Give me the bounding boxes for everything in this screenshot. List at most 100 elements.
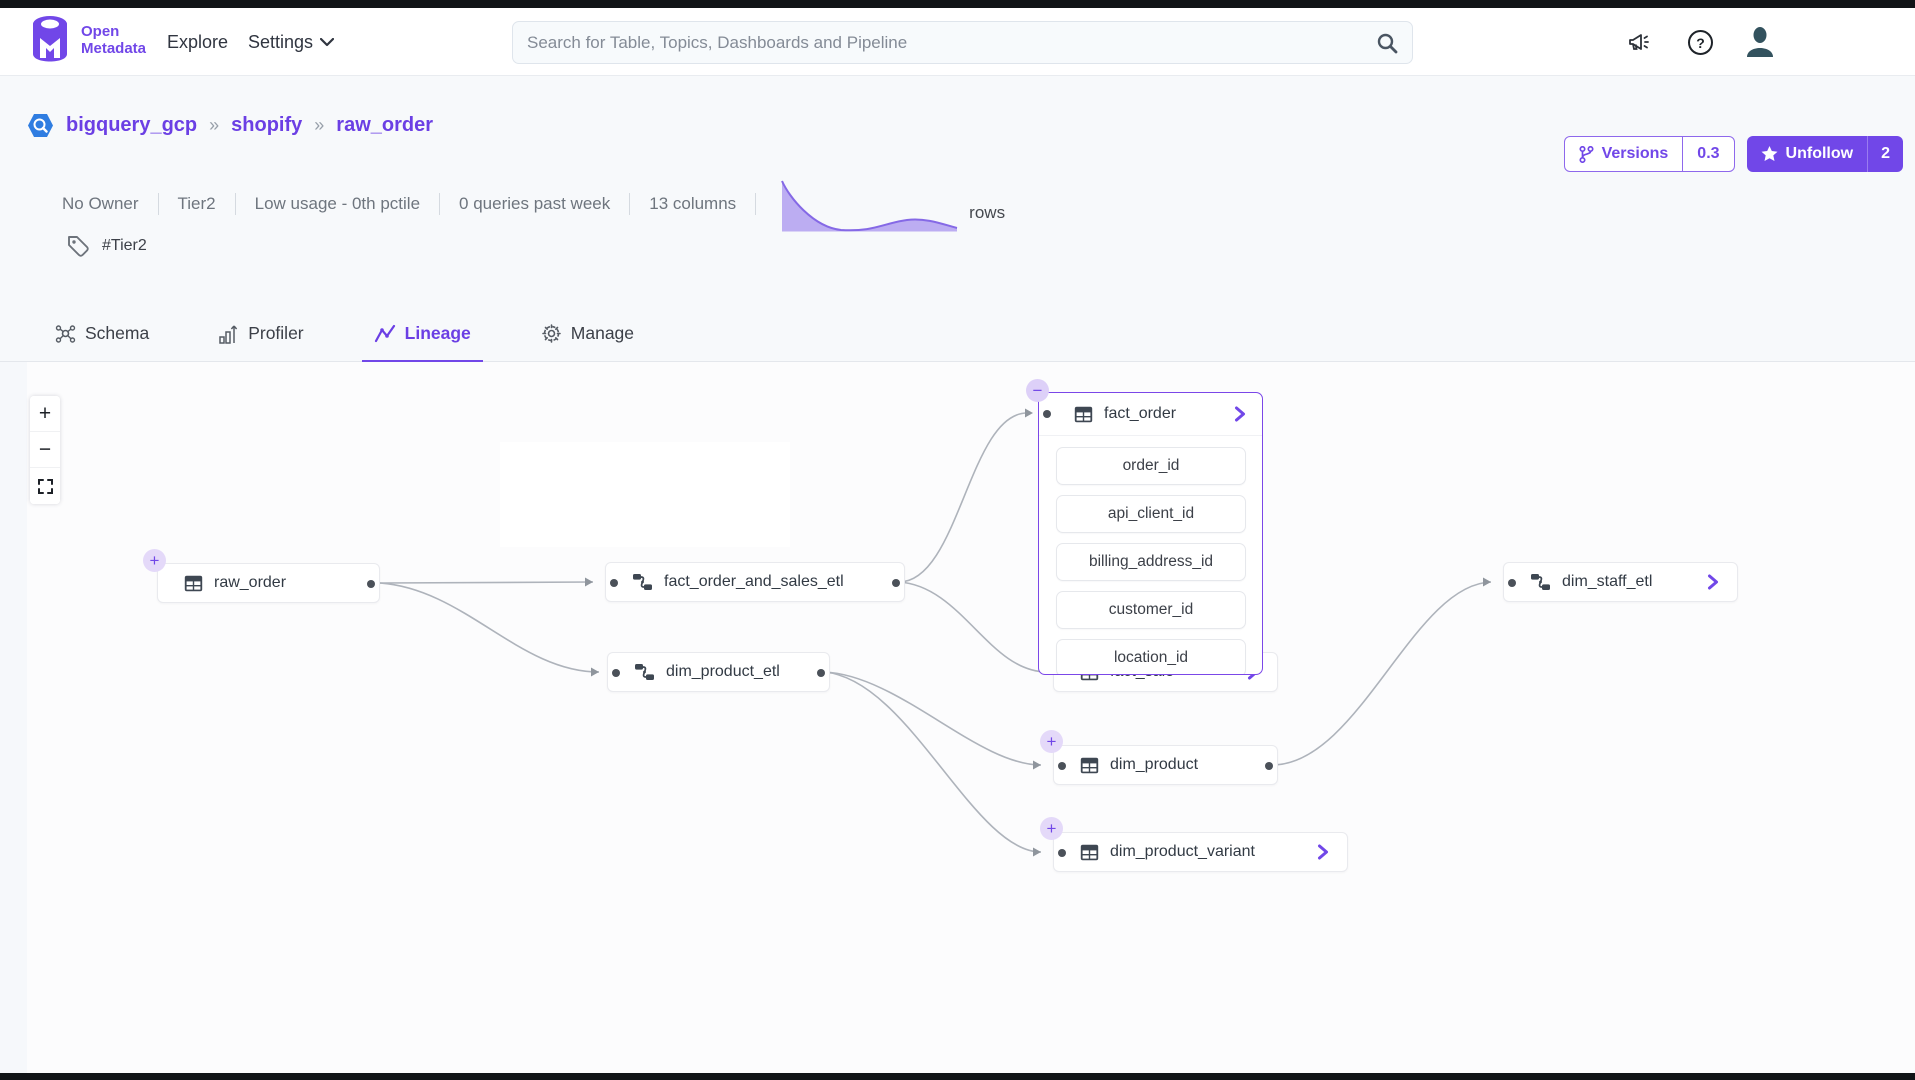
openmetadata-logo-icon xyxy=(27,14,73,66)
lineage-node-dim-product[interactable]: dim_product xyxy=(1053,745,1278,785)
source-handle[interactable] xyxy=(817,669,825,677)
table-icon xyxy=(184,575,203,592)
node-label: dim_product_variant xyxy=(1110,843,1255,861)
global-search[interactable] xyxy=(512,21,1413,64)
tab-bar: Schema Profiler Lineage xyxy=(0,309,1915,362)
versions-button[interactable]: Versions 0.3 xyxy=(1564,136,1735,172)
nav-settings[interactable]: Settings xyxy=(248,8,334,76)
column-pill[interactable]: location_id xyxy=(1056,639,1246,675)
breadcrumb-separator: » xyxy=(209,115,219,136)
fit-view-button[interactable] xyxy=(30,468,60,504)
tier-tag[interactable]: #Tier2 xyxy=(102,237,147,255)
collapse-columns-icon[interactable] xyxy=(1234,406,1246,422)
search-icon[interactable] xyxy=(1376,32,1398,54)
lineage-edges xyxy=(27,362,1915,1073)
version-number: 0.3 xyxy=(1682,137,1733,171)
nav-explore[interactable]: Explore xyxy=(167,8,228,76)
lineage-node-dim-staff-etl[interactable]: dim_staff_etl xyxy=(1503,562,1738,602)
columns-label: 13 columns xyxy=(649,194,736,214)
target-handle[interactable] xyxy=(1043,410,1051,418)
column-pill[interactable]: billing_address_id xyxy=(1056,543,1246,581)
target-handle[interactable] xyxy=(1058,762,1066,770)
versions-label: Versions xyxy=(1602,145,1669,163)
rows-sparkline xyxy=(779,171,961,237)
tab-profiler[interactable]: Profiler xyxy=(207,322,315,363)
announcements-icon[interactable] xyxy=(1625,27,1655,57)
source-handle[interactable] xyxy=(367,580,375,588)
lineage-icon xyxy=(374,324,396,344)
openmetadata-logo[interactable]: Open Metadata xyxy=(27,14,146,66)
gear-icon xyxy=(541,323,562,344)
lineage-node-dim-product-variant[interactable]: dim_product_variant xyxy=(1053,832,1348,872)
profiler-icon xyxy=(219,322,239,344)
usage-label: Low usage - 0th pctile xyxy=(255,194,420,214)
tab-lineage[interactable]: Lineage xyxy=(362,323,483,363)
lineage-canvas[interactable]: + − + raw_order fact_order_and_sales_etl… xyxy=(27,362,1915,1073)
unfollow-label: Unfollow xyxy=(1786,145,1854,163)
node-label: dim_product xyxy=(1110,756,1198,774)
rows-label: rows xyxy=(969,203,1005,223)
table-icon xyxy=(1074,406,1093,423)
column-pill[interactable]: customer_id xyxy=(1056,591,1246,629)
search-input[interactable] xyxy=(527,33,1376,53)
breadcrumb-database[interactable]: shopify xyxy=(231,114,302,137)
tab-schema[interactable]: Schema xyxy=(43,323,161,363)
queries-label: 0 queries past week xyxy=(459,194,610,214)
lineage-node-raw-order[interactable]: raw_order xyxy=(157,563,380,603)
breadcrumb-separator: » xyxy=(314,115,324,136)
branch-icon xyxy=(1579,146,1594,163)
target-handle[interactable] xyxy=(1508,579,1516,587)
expand-columns-icon[interactable] xyxy=(1707,574,1719,590)
tier-label: Tier2 xyxy=(178,194,216,214)
owner-label: No Owner xyxy=(62,194,139,214)
expand-upstream-badge[interactable]: + xyxy=(1040,817,1063,840)
tab-manage[interactable]: Manage xyxy=(529,323,646,363)
table-icon xyxy=(1080,844,1099,861)
window-bottom-border xyxy=(0,1073,1915,1080)
tag-row: #Tier2 xyxy=(66,234,147,258)
lineage-node-dim-product-etl[interactable]: dim_product_etl xyxy=(607,652,830,692)
node-label: fact_order xyxy=(1104,405,1176,423)
user-avatar[interactable] xyxy=(1745,27,1775,57)
entity-meta-row: No Owner Tier2 Low usage - 0th pctile 0 … xyxy=(62,171,1005,237)
expand-upstream-badge[interactable]: + xyxy=(143,549,166,572)
lineage-node-fact-order-and-sales-etl[interactable]: fact_order_and_sales_etl xyxy=(605,562,905,602)
node-label: raw_order xyxy=(214,574,286,592)
target-handle[interactable] xyxy=(612,669,620,677)
unfollow-button[interactable]: Unfollow 2 xyxy=(1747,136,1903,172)
pipeline-icon xyxy=(634,663,655,681)
zoom-in-button[interactable]: + xyxy=(30,396,60,432)
expand-upstream-badge[interactable]: + xyxy=(1040,730,1063,753)
app-header: Open Metadata Explore Settings xyxy=(0,8,1915,76)
source-handle[interactable] xyxy=(892,579,900,587)
target-handle[interactable] xyxy=(610,579,618,587)
follower-count: 2 xyxy=(1867,136,1903,172)
expand-columns-icon[interactable] xyxy=(1317,844,1329,860)
target-handle[interactable] xyxy=(1058,849,1066,857)
entity-summary: bigquery_gcp » shopify » raw_order Versi… xyxy=(0,76,1915,362)
logo-text-line2: Metadata xyxy=(81,40,146,57)
schema-icon xyxy=(55,323,76,344)
column-pill[interactable]: order_id xyxy=(1056,447,1246,485)
help-icon[interactable]: ? xyxy=(1685,27,1715,57)
node-label: dim_product_etl xyxy=(666,663,780,681)
node-label: fact_order_and_sales_etl xyxy=(664,573,844,591)
column-pill[interactable]: api_client_id xyxy=(1056,495,1246,533)
logo-text-line1: Open xyxy=(81,23,146,40)
svg-text:?: ? xyxy=(1696,35,1705,51)
pipeline-icon xyxy=(632,573,653,591)
node-label: dim_staff_etl xyxy=(1562,573,1652,591)
bigquery-service-icon xyxy=(27,112,54,139)
zoom-out-button[interactable]: − xyxy=(30,432,60,468)
breadcrumb: bigquery_gcp » shopify » raw_order xyxy=(27,112,433,139)
star-icon xyxy=(1761,146,1778,162)
canvas-controls: + − xyxy=(30,396,60,504)
pipeline-icon xyxy=(1530,573,1551,591)
lineage-node-fact-order-expanded[interactable]: fact_order order_id api_client_id billin… xyxy=(1038,392,1263,675)
breadcrumb-table[interactable]: raw_order xyxy=(336,114,433,137)
collapse-downstream-badge[interactable]: − xyxy=(1026,379,1049,402)
breadcrumb-service[interactable]: bigquery_gcp xyxy=(66,114,197,137)
source-handle[interactable] xyxy=(1265,762,1273,770)
chevron-down-icon xyxy=(320,38,334,47)
tag-icon xyxy=(66,234,90,258)
